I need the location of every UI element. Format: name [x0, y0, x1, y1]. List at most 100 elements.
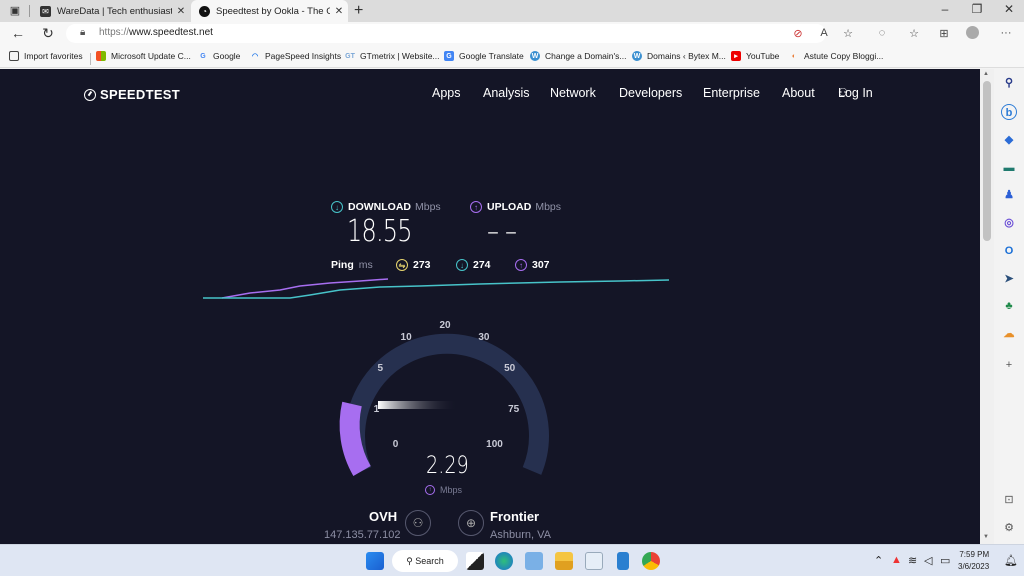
tracking-prevention-icon[interactable]: ⊘: [790, 27, 806, 40]
gauge-fill: [339, 401, 371, 477]
send-icon[interactable]: ➤: [1001, 271, 1017, 287]
lock-icon[interactable]: 🔒︎: [80, 27, 85, 38]
upload-arrow-icon: ↑: [425, 485, 435, 495]
collections-icon[interactable]: ⊞: [936, 27, 952, 40]
battery-icon[interactable]: ▭: [940, 554, 950, 567]
bookmark-youtube[interactable]: ▸ YouTube: [731, 51, 779, 61]
search-icon[interactable]: ⚲: [1001, 75, 1017, 91]
bookmark-google-translate[interactable]: G Google Translate: [444, 51, 524, 61]
gauge-needle: [378, 401, 458, 409]
import-icon: [9, 51, 19, 61]
bookmark-pagespeed[interactable]: ◠ PageSpeed Insights: [250, 51, 341, 61]
extensions-icon[interactable]: ◌: [874, 27, 890, 39]
isp-name[interactable]: Frontier: [490, 509, 539, 524]
bookmark-google[interactable]: G Google: [198, 51, 240, 61]
gauge-tick-label: 10: [400, 331, 412, 343]
close-tab-icon[interactable]: ✕: [172, 6, 190, 17]
cloud-icon[interactable]: ☁: [1001, 326, 1017, 342]
page-scrollbar[interactable]: ▲ ▼: [980, 69, 994, 544]
astute-icon: ◐: [791, 52, 797, 60]
translate-icon: G: [444, 51, 454, 61]
gtmetrix-icon: GT: [345, 52, 355, 60]
shopping-tag-icon[interactable]: ◆: [1001, 132, 1017, 148]
bookmark-import-favorites[interactable]: Import favorites: [9, 51, 83, 61]
start-button[interactable]: [366, 552, 384, 570]
back-icon[interactable]: ←: [8, 25, 28, 41]
chrome-icon[interactable]: [642, 552, 660, 570]
hide-sidebar-icon[interactable]: ⊡: [1001, 492, 1017, 508]
wordpress-icon: W: [530, 51, 540, 61]
bookmark-domains-bytex[interactable]: W Domains ‹ Bytex M...: [632, 51, 726, 61]
maximize-button[interactable]: ❐: [962, 2, 992, 16]
wifi-icon[interactable]: ≋: [908, 554, 917, 567]
tab-divider: [29, 5, 30, 17]
app-tray-icon[interactable]: ▲: [891, 554, 902, 566]
server-host: OVH: [369, 509, 398, 524]
sidebar-settings-icon[interactable]: ⚙: [1001, 520, 1017, 536]
close-window-button[interactable]: ✕: [994, 2, 1024, 16]
add-favorite-icon[interactable]: ☆: [840, 27, 856, 40]
close-tab-icon[interactable]: ✕: [330, 6, 348, 17]
tab-speedtest[interactable]: ◔ Speedtest by Ookla - The Global ✕: [191, 0, 348, 22]
tree-icon[interactable]: ♣: [1001, 298, 1017, 314]
read-aloud-icon[interactable]: A: [816, 27, 832, 39]
url-text[interactable]: https://www.speedtest.net: [99, 27, 213, 38]
server-ip: 147.135.77.102: [324, 529, 401, 541]
volume-icon[interactable]: ◁: [924, 554, 932, 567]
notepad-icon[interactable]: [585, 552, 603, 570]
bookmark-change-domain[interactable]: W Change a Domain's...: [530, 51, 626, 61]
address-bar[interactable]: 🔒︎ https://www.speedtest.net: [66, 24, 826, 43]
taskbar-search[interactable]: ⚲ Search: [392, 550, 458, 572]
scroll-down-icon[interactable]: ▼: [983, 534, 989, 540]
tools-briefcase-icon[interactable]: ▬: [1001, 160, 1017, 176]
bing-chat-icon[interactable]: b: [1001, 104, 1017, 120]
notifications-icon[interactable]: 🔔︎: [1004, 554, 1018, 567]
office-icon[interactable]: ◎: [1001, 215, 1017, 231]
add-sidebar-icon[interactable]: +: [1001, 357, 1017, 373]
bookmark-gtmetrix[interactable]: GT GTmetrix | Website...: [345, 51, 439, 61]
speed-graphics: [203, 278, 670, 477]
photos-icon[interactable]: [525, 552, 543, 570]
user-icon[interactable]: ⚇: [405, 510, 431, 536]
clock[interactable]: 7:59 PM 3/6/2023: [958, 549, 989, 573]
favorites-icon[interactable]: ☆: [906, 27, 922, 40]
outlook-icon[interactable]: O: [1001, 243, 1017, 259]
waredata-favicon-icon: ✉: [40, 5, 51, 17]
bookmark-divider: [90, 53, 91, 65]
gauge-tick-label: 0: [392, 439, 399, 451]
document-icon[interactable]: [617, 552, 629, 570]
scroll-thumb[interactable]: [983, 81, 991, 241]
tab-title: WareData | Tech enthusiast: [57, 5, 172, 17]
profile-avatar[interactable]: [966, 26, 979, 39]
gauge-tick-label: 75: [508, 403, 520, 415]
tab-title: Speedtest by Ookla - The Global: [216, 5, 330, 17]
isp-location: Ashburn, VA: [490, 529, 551, 541]
gauge-tick-label: 50: [504, 363, 516, 375]
tab-waredata[interactable]: ✉ WareData | Tech enthusiast ✕: [32, 0, 190, 22]
youtube-icon: ▸: [731, 51, 741, 61]
gauge-tick-label: 100: [486, 439, 503, 451]
gauge-tick-label: 30: [478, 331, 490, 343]
minimize-button[interactable]: –: [930, 2, 960, 16]
show-hidden-icons[interactable]: ⌃: [874, 554, 883, 567]
more-menu-icon[interactable]: ···: [998, 27, 1014, 39]
gauge-current-value: 2.29: [426, 451, 469, 479]
bookmark-microsoft-update[interactable]: Microsoft Update C...: [96, 51, 191, 61]
edge-taskbar-icon[interactable]: [495, 552, 513, 570]
scroll-up-icon[interactable]: ▲: [983, 71, 989, 77]
file-explorer-icon[interactable]: [555, 552, 573, 570]
download-graph-line: [203, 279, 670, 299]
people-icon[interactable]: ♟: [1001, 187, 1017, 203]
browser-toolbar: ← ↻ 🔒︎ https://www.speedtest.net ⊘ A ☆ ◌…: [0, 22, 1024, 45]
search-icon: ⚲: [406, 555, 416, 566]
tab-actions-icon[interactable]: ▣: [8, 4, 22, 18]
new-tab-button[interactable]: +: [354, 2, 363, 20]
gauge-tick-label: 1: [373, 403, 380, 415]
edge-sidebar: ⚲ b ◆ ▬ ♟ ◎ O ➤ ♣ ☁ + ⊡ ⚙: [994, 69, 1024, 544]
bookmark-astute-copy[interactable]: ◐ Astute Copy Bloggi...: [789, 51, 884, 61]
task-view-icon[interactable]: [466, 552, 484, 570]
globe-icon[interactable]: ⊕: [458, 510, 484, 536]
pagespeed-icon: ◠: [251, 53, 259, 60]
refresh-icon[interactable]: ↻: [38, 25, 58, 42]
gauge-tick-label: 5: [377, 363, 384, 375]
